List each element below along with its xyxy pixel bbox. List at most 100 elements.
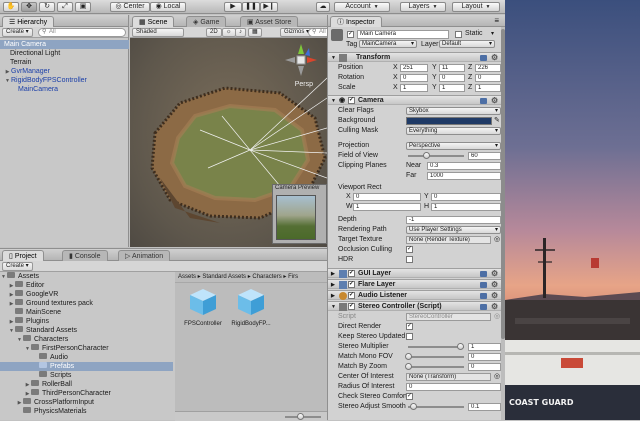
scene-search-input[interactable]: ⚲ All — [308, 28, 327, 37]
hierarchy-item-main-camera[interactable]: Main Camera — [0, 40, 129, 49]
gear-icon[interactable]: ⚙ — [491, 280, 498, 290]
rotation-z-field[interactable]: 0 — [475, 74, 501, 82]
match-mono-fov-field[interactable]: 0 — [468, 353, 501, 361]
tree-item-plugins[interactable]: ▶ Plugins — [0, 317, 173, 326]
scale-y-field[interactable]: 1 — [439, 84, 465, 92]
match-by-zoom-slider[interactable] — [408, 366, 464, 368]
tree-item-crossplatforminput[interactable]: ▶ CrossPlatformInput — [0, 398, 173, 407]
pause-button[interactable]: ❚❚ — [242, 2, 260, 12]
hdr-checkbox[interactable] — [406, 256, 413, 263]
tree-item-scripts[interactable]: Scripts — [0, 371, 173, 380]
hierarchy-search-input[interactable]: ⚲ All — [38, 28, 126, 37]
rotate-tool-button[interactable]: ↻ — [39, 2, 55, 12]
collapse-icon[interactable]: ▼ — [331, 96, 336, 106]
gear-icon[interactable]: ⚙ — [491, 302, 498, 312]
transform-header[interactable]: ▼ Transform ⚙ — [328, 52, 505, 62]
match-mono-fov-slider[interactable] — [408, 356, 464, 358]
pivot-center-button[interactable]: ◎ Center — [110, 2, 150, 12]
rotation-y-field[interactable]: 0 — [439, 74, 465, 82]
camera-header[interactable]: ▼ ◉ ✓ Camera ⚙ — [328, 95, 505, 105]
camera-enabled-checkbox[interactable]: ✓ — [348, 97, 355, 104]
static-dropdown[interactable]: ▾ — [491, 30, 494, 37]
tree-item-mainscene[interactable]: MainScene — [0, 308, 173, 317]
asset-rigidbodyfpscontroller[interactable]: RigidBodyFP... — [227, 288, 275, 327]
viewport-h-field[interactable]: 1 — [431, 203, 501, 211]
match-by-zoom-knob[interactable] — [405, 363, 412, 370]
scale-x-field[interactable]: 1 — [400, 84, 428, 92]
layout-dropdown[interactable]: Layout ▼ — [452, 2, 500, 12]
static-checkbox[interactable] — [455, 31, 462, 38]
expand-icon[interactable]: ▶ — [331, 280, 335, 290]
expand-icon[interactable]: ▶ — [331, 291, 335, 301]
stereo-adjust-smooth-knob[interactable] — [410, 403, 417, 410]
fov-slider[interactable] — [408, 155, 464, 157]
hierarchy-item-rigidbody-fps[interactable]: ▼RigidBodyFPSController — [0, 76, 129, 85]
stereo-controller-header[interactable]: ▼ ✓ Stereo Controller (Script) ⚙ — [328, 301, 505, 311]
center-of-interest-field[interactable]: None (Transform) — [406, 373, 491, 381]
viewport-y-field[interactable]: 0 — [431, 193, 501, 201]
object-picker-icon[interactable]: ◎ — [494, 372, 500, 381]
tab-scene[interactable]: ▦ Scene — [132, 16, 175, 27]
stereo-controller-checkbox[interactable]: ✓ — [348, 303, 355, 310]
tab-asset-store[interactable]: ▣ Asset Store — [240, 16, 299, 27]
keep-stereo-checkbox[interactable] — [406, 333, 413, 340]
stereo-multiplier-slider[interactable] — [408, 346, 464, 348]
tree-item-rollerball[interactable]: ▶ RollerBall — [0, 380, 173, 389]
project-create-button[interactable]: Create ▾ — [2, 262, 33, 271]
tree-item-prefabs[interactable]: Prefabs — [0, 362, 173, 371]
object-picker-icon[interactable]: ◎ — [494, 235, 500, 244]
tab-project[interactable]: ▯ Project — [2, 250, 44, 261]
rect-tool-button[interactable]: ▣ — [75, 2, 91, 12]
gear-icon[interactable]: ⚙ — [491, 53, 498, 63]
scale-tool-button[interactable]: ⤢ — [57, 2, 73, 12]
stereo-multiplier-knob[interactable] — [457, 343, 464, 350]
tag-dropdown[interactable]: MainCamera — [359, 40, 417, 48]
scene-orientation-gizmo[interactable] — [281, 40, 321, 80]
tree-item-thirdpersoncharacter[interactable]: ▶ ThirdPersonCharacter — [0, 389, 173, 398]
panel-menu-icon[interactable]: ≡ — [494, 16, 499, 25]
flare-layer-header[interactable]: ▶ ✓ Flare Layer ⚙ — [328, 279, 505, 289]
tree-item-googlevr[interactable]: ▶ GoogleVR — [0, 290, 173, 299]
help-icon[interactable] — [480, 282, 487, 288]
help-icon[interactable] — [480, 271, 487, 277]
layers-dropdown[interactable]: Layers ▼ — [400, 2, 446, 12]
tree-item-editor[interactable]: ▶ Editor — [0, 281, 173, 290]
icon-size-slider-knob[interactable] — [297, 413, 304, 420]
far-clip-field[interactable]: 1000 — [427, 172, 501, 180]
fov-field[interactable]: 60 — [468, 152, 501, 160]
audio-listener-checkbox[interactable]: ✓ — [348, 292, 355, 299]
position-x-field[interactable]: 251 — [400, 64, 428, 72]
viewport-x-field[interactable]: 0 — [353, 193, 421, 201]
tree-item-ground-textures[interactable]: ▶ Ground textures pack — [0, 299, 173, 308]
hierarchy-item-gvrmanager[interactable]: ▶ GvrManager — [0, 67, 129, 76]
expand-icon[interactable]: ▶ — [331, 269, 335, 279]
gear-icon[interactable]: ⚙ — [491, 96, 498, 106]
depth-field[interactable]: -1 — [406, 216, 501, 224]
clear-flags-dropdown[interactable]: Skybox — [406, 107, 501, 115]
eyedropper-icon[interactable]: ✎ — [494, 116, 500, 125]
tab-inspector[interactable]: ⓘ Inspector — [330, 16, 382, 27]
hierarchy-item-directional-light[interactable]: Directional Light — [0, 49, 129, 58]
rendering-path-dropdown[interactable]: Use Player Settings — [406, 226, 501, 234]
mode-2d-toggle[interactable]: 2D — [206, 28, 222, 37]
tree-item-assets[interactable]: ▼ Assets — [0, 272, 173, 281]
pivot-local-button[interactable]: ◉ Local — [150, 2, 186, 12]
culling-mask-dropdown[interactable]: Everything — [406, 127, 501, 135]
scene-viewport[interactable]: Persp Camera Preview — [130, 38, 327, 247]
position-z-field[interactable]: 226 — [475, 64, 501, 72]
shading-mode-dropdown[interactable]: Shaded — [132, 28, 184, 37]
audio-listener-header[interactable]: ▶ ✓ Audio Listener ⚙ — [328, 290, 505, 300]
hierarchy-item-maincamera-child[interactable]: MainCamera — [0, 85, 129, 94]
background-color-swatch[interactable] — [406, 117, 492, 125]
check-stereo-comfort-checkbox[interactable]: ✓ — [406, 393, 413, 400]
step-button[interactable]: ▶❙ — [260, 2, 278, 12]
fov-slider-knob[interactable] — [423, 152, 431, 159]
project-breadcrumb[interactable]: Assets ▸ Standard Assets ▸ Characters ▸ … — [175, 272, 327, 283]
effects-toggle[interactable]: ▦ — [248, 28, 262, 37]
gui-layer-checkbox[interactable]: ✓ — [348, 270, 355, 277]
hierarchy-item-terrain[interactable]: Terrain — [0, 58, 129, 67]
tab-game[interactable]: ◈ Game — [186, 16, 227, 27]
tab-animation[interactable]: ▷ Animation — [118, 250, 171, 261]
tab-console[interactable]: ▮ Console — [62, 250, 108, 261]
move-tool-button[interactable]: ✥ — [21, 2, 37, 12]
